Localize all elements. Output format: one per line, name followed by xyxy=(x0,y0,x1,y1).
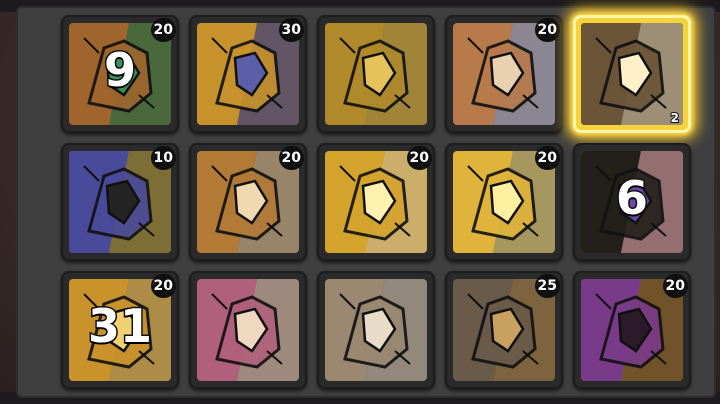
item-count-badge: 20 xyxy=(150,18,176,42)
inventory-slot[interactable]: 20 xyxy=(445,15,563,133)
inventory-slot[interactable]: 20 xyxy=(445,143,563,261)
inventory-slot[interactable]: 25 xyxy=(445,271,563,389)
item-count-badge: 20 xyxy=(534,18,560,42)
inventory-slot[interactable]: 10 xyxy=(61,143,179,261)
banner-icon xyxy=(197,279,299,381)
item-count-badge: 20 xyxy=(534,146,560,170)
inventory-slot[interactable]: 6 xyxy=(573,143,691,261)
item-count-badge: 10 xyxy=(150,146,176,170)
inventory-slot[interactable]: 20 31 xyxy=(61,271,179,389)
inventory-slot[interactable] xyxy=(317,271,435,389)
shatter-fist-icon xyxy=(581,23,683,125)
inventory-slot[interactable]: 30 xyxy=(189,15,307,133)
gauntlet-icon xyxy=(325,279,427,381)
inventory-slot[interactable]: 20 xyxy=(189,143,307,261)
inventory-slot[interactable]: 2 xyxy=(573,15,691,133)
inventory-slot[interactable] xyxy=(317,15,435,133)
inventory-slot[interactable]: 20 9 xyxy=(61,15,179,133)
item-count-badge: 30 xyxy=(278,18,304,42)
item-count-badge: 20 xyxy=(406,146,432,170)
item-level-number: 9 xyxy=(102,42,137,99)
item-count-badge: 20 xyxy=(278,146,304,170)
item-count-badge: 20 xyxy=(150,274,176,298)
inventory-slot[interactable]: 20 xyxy=(573,271,691,389)
claw-icon xyxy=(325,23,427,125)
item-level-number: 31 xyxy=(86,298,153,355)
item-count-badge: 20 xyxy=(662,274,688,298)
inventory-slot[interactable] xyxy=(189,271,307,389)
inventory-slot[interactable]: 20 xyxy=(317,143,435,261)
item-level-number: 6 xyxy=(614,170,649,227)
item-count-badge: 25 xyxy=(534,274,560,298)
inventory-panel: 20 9 30 20 2 10 20 20 20 6 20 31 25 20 xyxy=(16,6,716,398)
item-count: 2 xyxy=(670,110,680,126)
